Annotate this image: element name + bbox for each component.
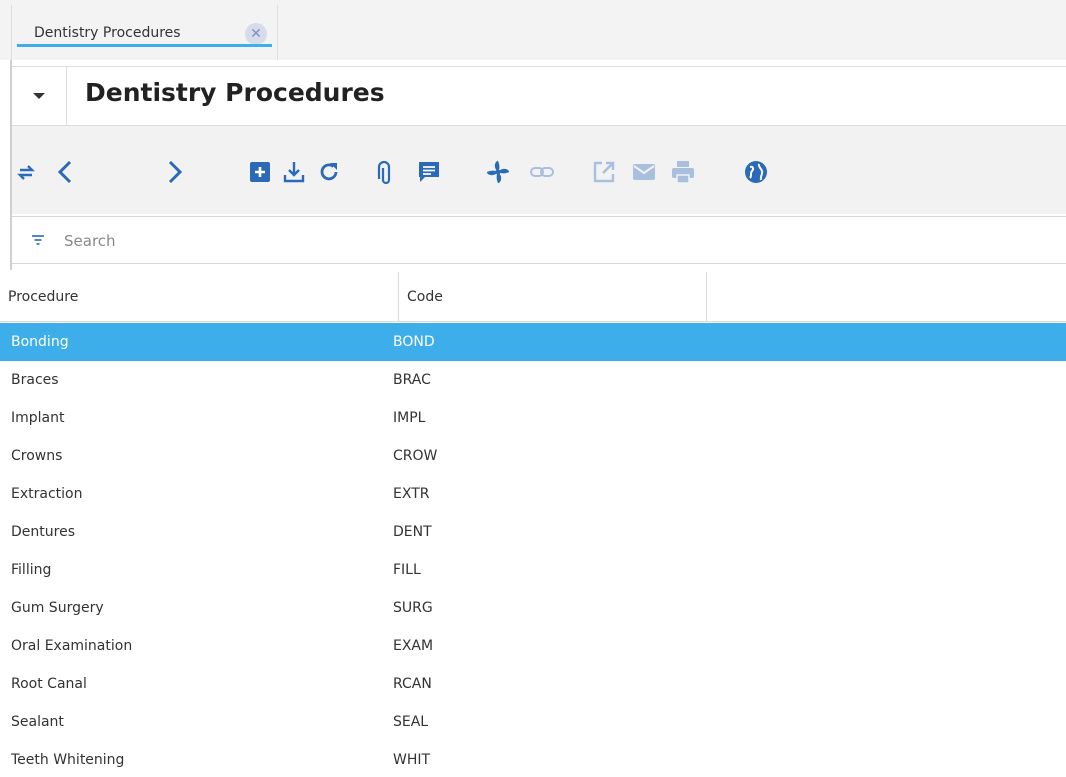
table-row[interactable]: Sealant SEAL <box>0 703 1066 741</box>
table-row[interactable]: Extraction EXTR <box>0 475 1066 513</box>
procedure-cell: Root Canal <box>11 676 87 692</box>
procedure-cell: Bonding <box>11 334 69 350</box>
tab-bar: Dentistry Procedures ✕ <box>0 0 1066 60</box>
previous-icon[interactable] <box>52 158 80 186</box>
column-header-procedure[interactable]: Procedure <box>0 272 399 322</box>
filter-icon <box>32 235 44 245</box>
code-cell: RCAN <box>393 676 432 692</box>
close-icon[interactable]: ✕ <box>245 23 267 45</box>
new-record-icon[interactable] <box>246 158 274 186</box>
zoom-across-icon[interactable] <box>590 158 618 186</box>
download-icon[interactable] <box>280 158 308 186</box>
code-cell: SEAL <box>393 714 429 730</box>
next-icon[interactable] <box>160 158 188 186</box>
procedure-cell: Extraction <box>11 486 83 502</box>
procedure-cell: Teeth Whitening <box>11 752 125 768</box>
code-cell: EXTR <box>393 486 430 502</box>
procedure-cell: Gum Surgery <box>11 600 104 616</box>
switch-icon[interactable] <box>12 158 40 186</box>
table-row[interactable]: Gum Surgery SURG <box>0 589 1066 627</box>
table-row[interactable]: Dentures DENT <box>0 513 1066 551</box>
procedure-cell: Crowns <box>11 448 63 464</box>
refresh-icon[interactable] <box>315 158 343 186</box>
procedure-cell: Oral Examination <box>11 638 133 654</box>
search-bar <box>12 216 1066 264</box>
table-row[interactable]: Filling FILL <box>0 551 1066 589</box>
toolbar <box>12 126 1066 214</box>
grid-header: Procedure Code <box>0 272 1066 322</box>
code-cell: SURG <box>393 600 433 616</box>
link-icon[interactable] <box>528 158 556 186</box>
code-cell: CROW <box>393 448 438 464</box>
comments-icon[interactable] <box>415 158 443 186</box>
search-input[interactable] <box>64 228 964 254</box>
tab-label: Dentistry Procedures <box>34 25 181 41</box>
title-bar: Dentistry Procedures <box>12 66 1066 126</box>
collapse-button[interactable] <box>12 67 67 125</box>
code-cell: EXAM <box>393 638 434 654</box>
code-cell: WHIT <box>393 752 431 768</box>
email-icon[interactable] <box>630 158 658 186</box>
table-row[interactable]: Implant IMPL <box>0 399 1066 437</box>
procedure-cell: Implant <box>11 410 65 426</box>
table-row[interactable]: Braces BRAC <box>0 361 1066 399</box>
attachment-icon[interactable] <box>370 158 398 186</box>
code-cell: BRAC <box>393 372 431 388</box>
workflow-icon[interactable] <box>484 158 512 186</box>
procedure-cell: Braces <box>11 372 59 388</box>
code-cell: BOND <box>393 334 435 350</box>
procedure-cell: Sealant <box>11 714 64 730</box>
page-title: Dentistry Procedures <box>85 78 385 107</box>
table-row[interactable]: Teeth Whitening WHIT <box>0 741 1066 777</box>
chevron-down-icon <box>33 93 45 99</box>
procedures-grid: Procedure Code Bonding BOND Braces BRAC Impl… <box>0 272 1066 777</box>
tab-dentistry-procedures[interactable]: Dentistry Procedures ✕ <box>11 5 278 60</box>
table-row[interactable]: Root Canal RCAN <box>0 665 1066 703</box>
code-cell: FILL <box>393 562 421 578</box>
procedure-cell: Dentures <box>11 524 75 540</box>
procedure-cell: Filling <box>11 562 52 578</box>
table-row[interactable]: Crowns CROW <box>0 437 1066 475</box>
web-icon[interactable] <box>742 158 770 186</box>
table-row[interactable]: Bonding BOND <box>0 323 1066 361</box>
column-header-code[interactable]: Code <box>399 272 707 322</box>
active-tab-indicator <box>17 44 272 47</box>
code-cell: DENT <box>393 524 432 540</box>
code-cell: IMPL <box>393 410 426 426</box>
print-icon[interactable] <box>669 158 697 186</box>
table-row[interactable]: Oral Examination EXAM <box>0 627 1066 665</box>
